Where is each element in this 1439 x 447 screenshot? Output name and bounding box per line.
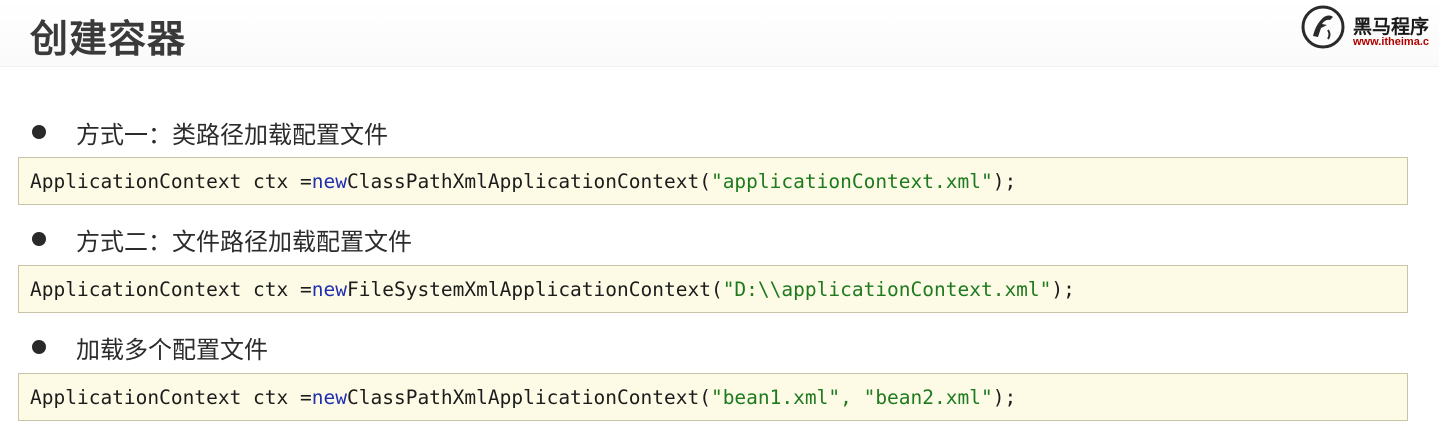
itheima-horse-logo-icon bbox=[1301, 5, 1345, 49]
code-1-prefix: ApplicationContext ctx = bbox=[30, 169, 312, 193]
code-3-class: ClassPathXmlApplicationContext( bbox=[347, 385, 711, 409]
code-3-string: "bean1.xml", "bean2.xml" bbox=[710, 385, 993, 409]
brand-url: www.itheima.c bbox=[1353, 36, 1430, 48]
bullet-dot-icon bbox=[32, 340, 46, 354]
section-3-heading: 加载多个配置文件 bbox=[76, 335, 268, 364]
section-1-bullet: 方式一：类路径加载配置文件 bbox=[30, 115, 388, 149]
code-2-keyword: new bbox=[311, 277, 347, 301]
code-2-suffix: ); bbox=[1051, 277, 1075, 301]
section-3-bullet: 加载多个配置文件 bbox=[30, 330, 268, 364]
slide-header: 创建容器 黑马程序 www.itheima.c bbox=[0, 0, 1439, 67]
code-2-class: FileSystemXmlApplicationContext( bbox=[347, 277, 723, 301]
bullet-dot-icon bbox=[32, 125, 46, 139]
code-3-suffix: ); bbox=[992, 385, 1017, 409]
code-block-1: ApplicationContext ctx = new ClassPathXm… bbox=[18, 157, 1408, 205]
code-1-suffix: ); bbox=[992, 169, 1017, 193]
code-3-keyword: new bbox=[311, 385, 347, 409]
bullet-dot-icon bbox=[32, 232, 46, 246]
section-1-heading: 方式一：类路径加载配置文件 bbox=[76, 120, 388, 149]
code-1-keyword: new bbox=[311, 169, 347, 193]
code-2-string: "D:\\applicationContext.xml" bbox=[722, 277, 1052, 301]
code-block-2: ApplicationContext ctx = new FileSystemX… bbox=[18, 265, 1408, 313]
code-1-class: ClassPathXmlApplicationContext( bbox=[347, 169, 711, 193]
page-title: 创建容器 bbox=[30, 17, 187, 61]
code-1-string: "applicationContext.xml" bbox=[710, 169, 993, 193]
brand-name: 黑马程序 bbox=[1353, 16, 1430, 38]
section-2-bullet: 方式二：文件路径加载配置文件 bbox=[30, 222, 412, 256]
code-2-prefix: ApplicationContext ctx = bbox=[30, 277, 312, 301]
section-2-heading: 方式二：文件路径加载配置文件 bbox=[76, 227, 412, 256]
code-3-prefix: ApplicationContext ctx = bbox=[30, 385, 312, 409]
code-block-3: ApplicationContext ctx = new ClassPathXm… bbox=[18, 373, 1408, 421]
brand-logo: 黑马程序 www.itheima.c bbox=[1298, 2, 1439, 52]
